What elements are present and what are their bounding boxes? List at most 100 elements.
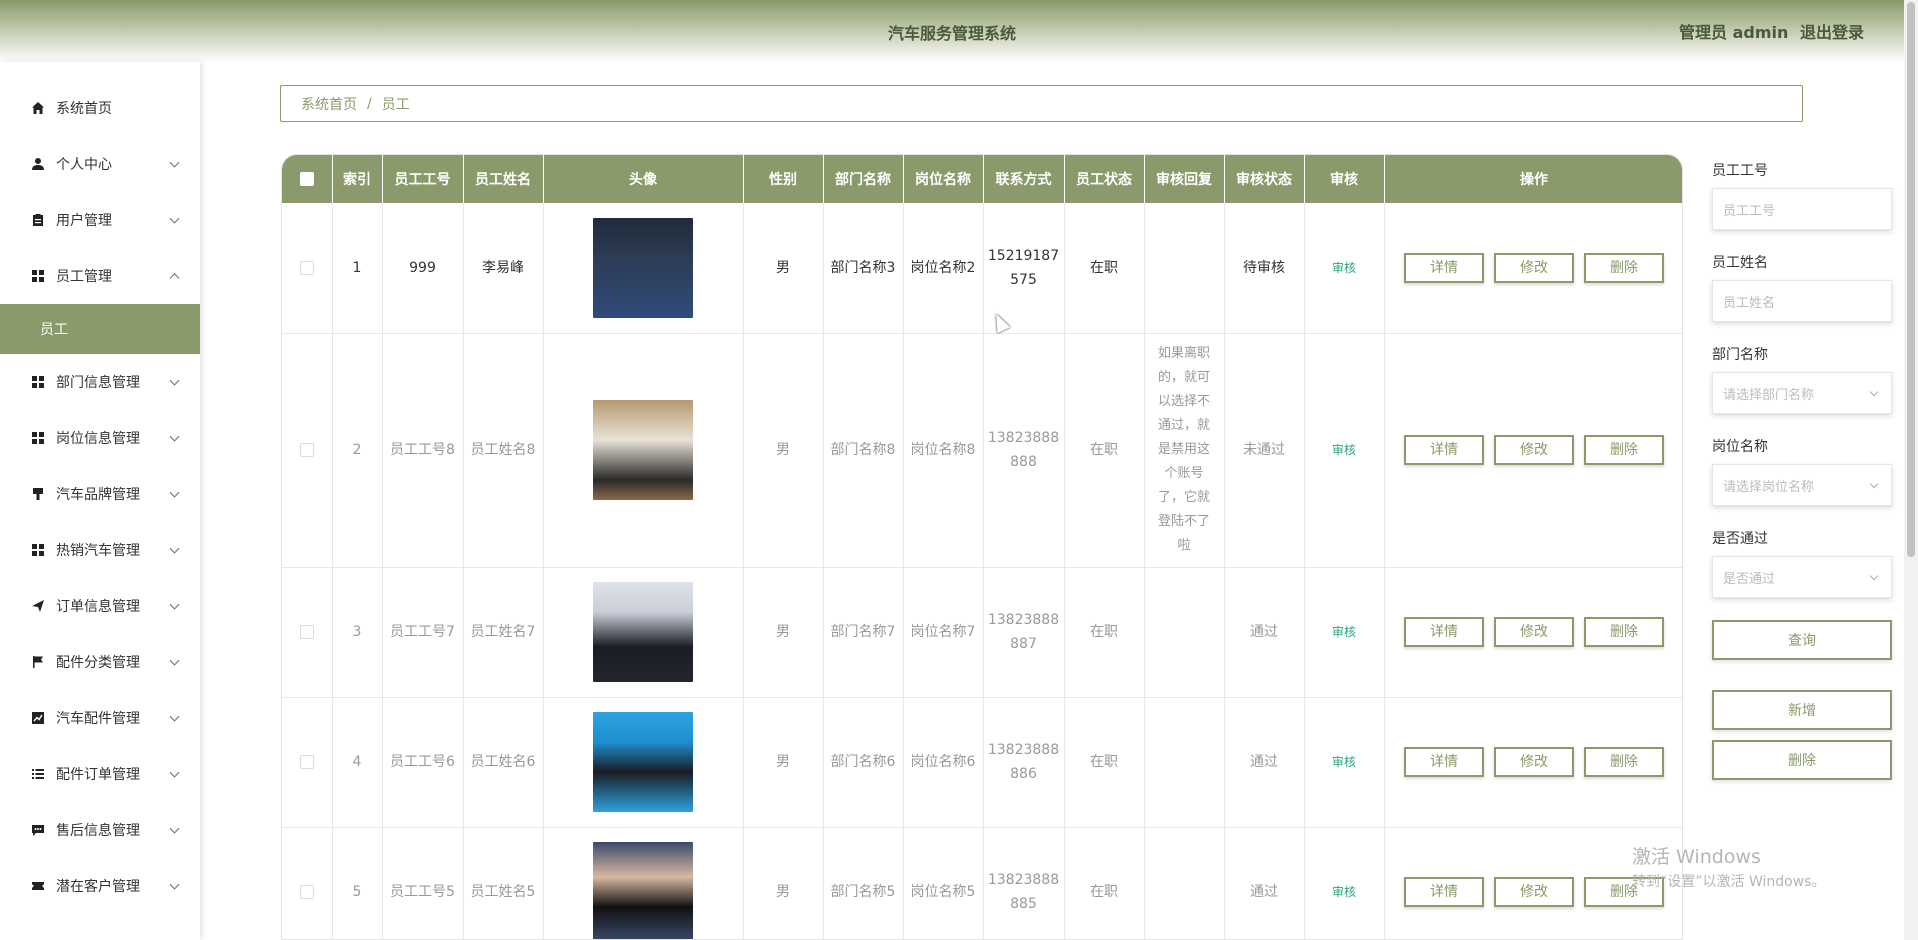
add-button[interactable]: 新增	[1712, 690, 1892, 730]
row-checkbox[interactable]	[299, 443, 314, 457]
cell-avatar	[543, 697, 744, 828]
sidebar-item-label: 汽车品牌管理	[56, 487, 140, 503]
edit-button[interactable]: 修改	[1494, 877, 1574, 907]
sidebar-item-8[interactable]: 热销汽车管理	[0, 522, 200, 578]
audit-link[interactable]: 审核	[1332, 625, 1356, 639]
cell-actions: 详情 修改 删除	[1384, 567, 1682, 698]
detail-button[interactable]: 详情	[1404, 877, 1484, 907]
chevron-down-icon	[169, 711, 180, 722]
audit-link[interactable]: 审核	[1332, 755, 1356, 769]
edit-button[interactable]: 修改	[1494, 617, 1574, 647]
pass-label: 是否通过	[1712, 531, 1768, 547]
sidebar-item-2[interactable]: 用户管理	[0, 192, 200, 248]
audit-link[interactable]: 审核	[1332, 885, 1356, 899]
pass-placeholder: 是否通过	[1723, 571, 1776, 587]
sidebar-item-14[interactable]: 潜在客户管理	[0, 858, 200, 914]
row-checkbox[interactable]	[299, 625, 314, 639]
row-checkbox[interactable]	[299, 885, 314, 899]
edit-button[interactable]: 修改	[1494, 435, 1574, 465]
cell-audit: 审核	[1304, 827, 1385, 939]
dept-select[interactable]: 请选择部门名称	[1712, 372, 1892, 414]
sidebar-item-4[interactable]: 员工	[0, 304, 200, 354]
sidebar-item-label: 热销汽车管理	[56, 543, 140, 559]
cell-status: 在职	[1064, 827, 1145, 939]
sidebar-item-13[interactable]: 售后信息管理	[0, 802, 200, 858]
chevron-down-icon	[1869, 479, 1879, 489]
ticket-icon	[30, 878, 46, 894]
page-scrollbar[interactable]	[1904, 0, 1918, 940]
sidebar-item-10[interactable]: 配件分类管理	[0, 634, 200, 690]
audit-link[interactable]: 审核	[1332, 443, 1356, 457]
checkbox[interactable]	[299, 172, 314, 186]
cell-avatar	[543, 567, 744, 698]
watermark-line1: 激活 Windows	[1632, 846, 1761, 868]
cell-dept: 部门名称5	[823, 827, 904, 939]
sidebar-item-5[interactable]: 部门信息管理	[0, 354, 200, 410]
logout-link[interactable]: 退出登录	[1800, 23, 1864, 42]
row-checkbox-cell[interactable]	[282, 333, 333, 568]
sidebar-item-7[interactable]: 汽车品牌管理	[0, 466, 200, 522]
sidebar-menu: 系统首页 个人中心 用户管理 员工管理员工部门信息管理 岗位信息管理汽车品牌管理 热销汽车…	[0, 80, 200, 914]
cell-avatar	[543, 827, 744, 939]
column-header: 审核回复	[1144, 155, 1225, 203]
cell-gender: 男	[743, 827, 824, 939]
batch-delete-button[interactable]: 删除	[1712, 740, 1892, 780]
chevron-down-icon	[169, 543, 180, 554]
cell-audit: 审核	[1304, 567, 1385, 698]
detail-button[interactable]: 详情	[1404, 617, 1484, 647]
select-all-checkbox[interactable]	[282, 155, 333, 203]
cell-status: 在职	[1064, 203, 1145, 334]
detail-button[interactable]: 详情	[1404, 252, 1484, 283]
post-select[interactable]: 请选择岗位名称	[1712, 464, 1892, 506]
row-checkbox[interactable]	[299, 755, 314, 769]
row-checkbox-cell[interactable]	[282, 567, 333, 698]
sidebar-item-12[interactable]: 配件订单管理	[0, 746, 200, 802]
sidebar-item-9[interactable]: 订单信息管理	[0, 578, 200, 634]
delete-button[interactable]: 删除	[1584, 747, 1664, 777]
edit-button[interactable]: 修改	[1494, 252, 1574, 283]
table-row: 3 员工工号7 员工姓名7 男部门名称7 岗位名称7 13823888887 在职 通过 审核 详…	[282, 567, 1682, 698]
cell-index: 1	[332, 203, 383, 334]
scrollbar-thumb[interactable]	[1907, 2, 1915, 557]
audit-link[interactable]: 审核	[1332, 261, 1356, 275]
delete-button[interactable]: 删除	[1584, 252, 1664, 283]
cell-gender: 男	[743, 567, 824, 698]
cell-actions: 详情 修改 删除	[1384, 333, 1682, 568]
cell-index: 2	[332, 333, 383, 568]
cell-audit: 审核	[1304, 203, 1385, 334]
sidebar-item-0[interactable]: 系统首页	[0, 80, 200, 136]
cell-name: 员工姓名8	[463, 333, 544, 568]
name-input[interactable]: 员工姓名	[1712, 280, 1892, 322]
cell-emp-no: 员工工号8	[382, 333, 464, 568]
avatar	[593, 842, 693, 939]
sidebar-item-label: 员工	[40, 322, 68, 338]
delete-button[interactable]: 删除	[1584, 617, 1664, 647]
breadcrumb-home[interactable]: 系统首页	[301, 94, 357, 114]
row-checkbox-cell[interactable]	[282, 827, 333, 939]
cell-avatar	[543, 333, 744, 568]
breadcrumb-current: 员工	[381, 96, 410, 113]
cell-gender: 男	[743, 203, 824, 334]
sidebar-item-6[interactable]: 岗位信息管理	[0, 410, 200, 466]
row-checkbox-cell[interactable]	[282, 203, 333, 334]
delete-button[interactable]: 删除	[1584, 435, 1664, 465]
cell-emp-no: 999	[382, 203, 464, 334]
column-header: 联系方式	[983, 155, 1065, 203]
name-label: 员工姓名	[1712, 255, 1768, 271]
pass-select[interactable]: 是否通过	[1712, 556, 1892, 598]
cell-audit-status: 通过	[1224, 567, 1305, 698]
cell-dept: 部门名称7	[823, 567, 904, 698]
sidebar-item-3[interactable]: 员工管理	[0, 248, 200, 304]
detail-button[interactable]: 详情	[1404, 435, 1484, 465]
query-button[interactable]: 查询	[1712, 620, 1892, 660]
detail-button[interactable]: 详情	[1404, 747, 1484, 777]
row-checkbox-cell[interactable]	[282, 697, 333, 828]
row-checkbox[interactable]	[299, 260, 314, 275]
cell-audit-status: 通过	[1224, 827, 1305, 939]
column-header: 操作	[1384, 155, 1682, 203]
sidebar-item-11[interactable]: 汽车配件管理	[0, 690, 200, 746]
edit-button[interactable]: 修改	[1494, 747, 1574, 777]
emp-no-input[interactable]: 员工工号	[1712, 188, 1892, 230]
name-placeholder: 员工姓名	[1723, 295, 1776, 311]
sidebar-item-1[interactable]: 个人中心	[0, 136, 200, 192]
